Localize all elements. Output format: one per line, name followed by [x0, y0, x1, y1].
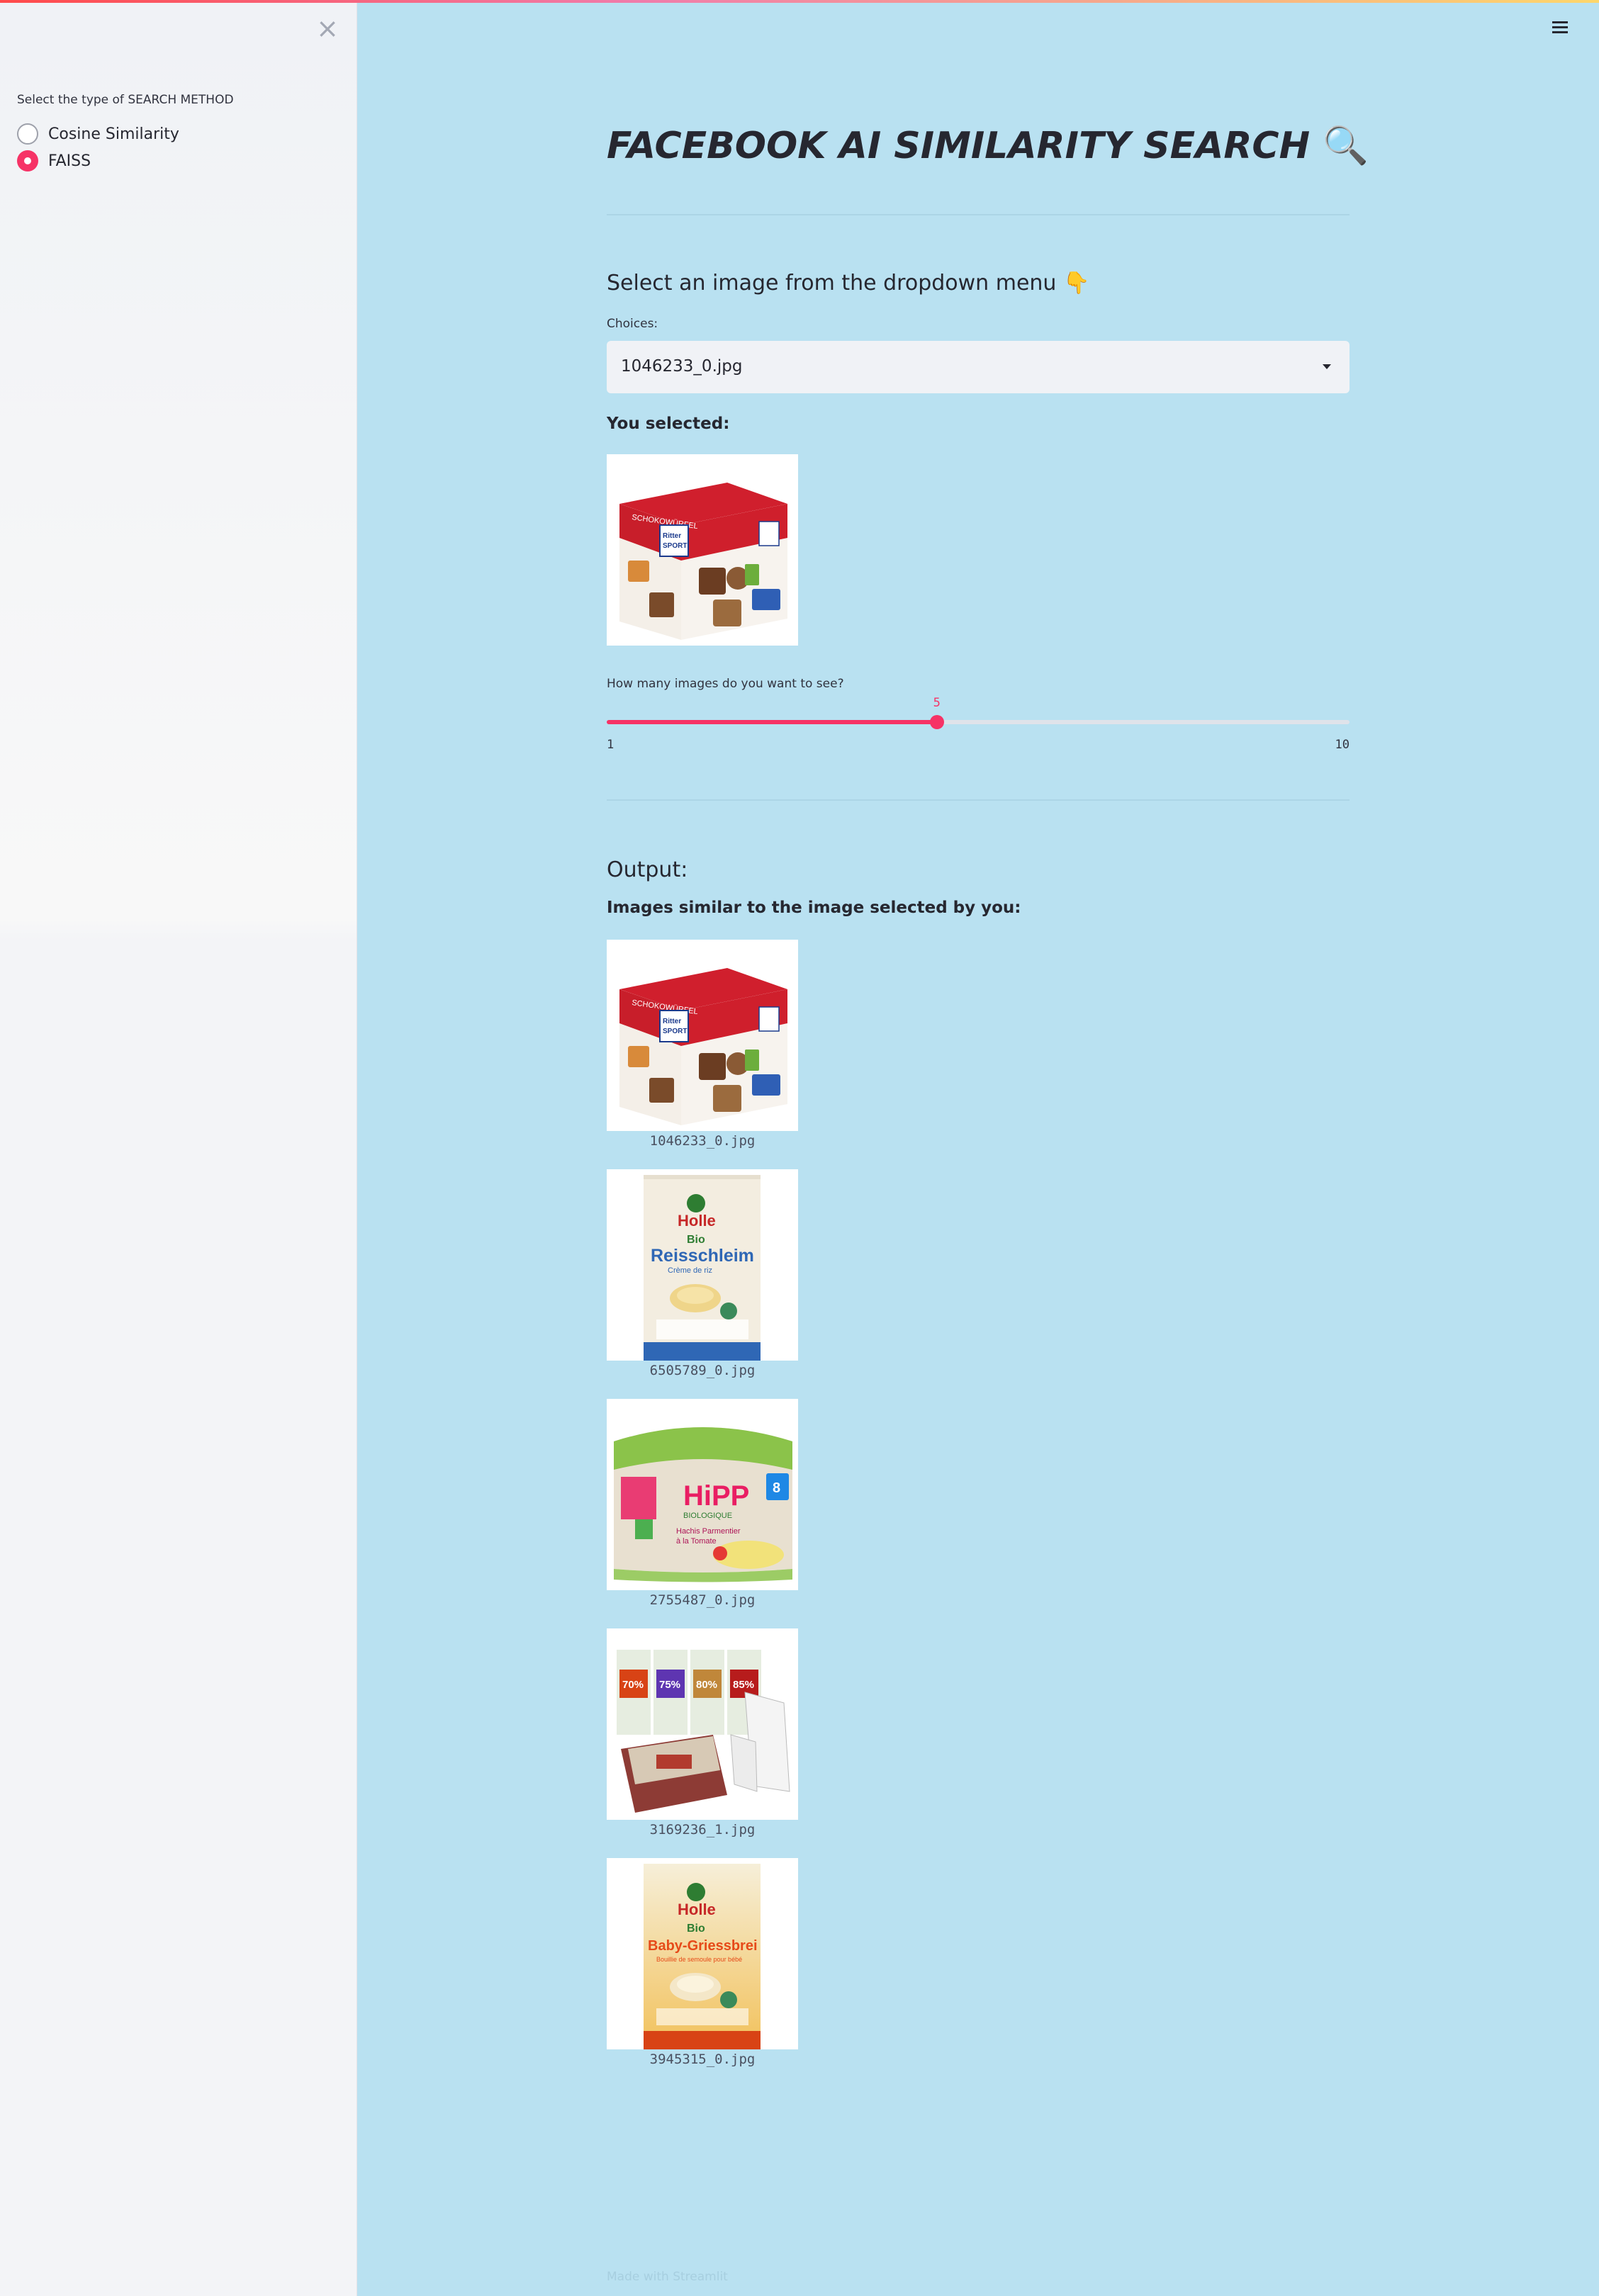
result-caption: 2755487_0.jpg [649, 1592, 756, 1608]
svg-text:8: 8 [773, 1480, 780, 1496]
hamburger-menu-icon[interactable] [1549, 18, 1571, 40]
svg-text:Ritter: Ritter [663, 532, 681, 540]
radio-button-checked[interactable] [17, 150, 38, 171]
page-title: FACEBOOK AI SIMILARITY SEARCH 🔍 [607, 124, 1369, 167]
radio-option-cosine-similarity[interactable]: Cosine Similarity [17, 120, 179, 147]
svg-text:75%: 75% [659, 1679, 680, 1691]
divider [607, 799, 1350, 801]
svg-text:Reisschleim: Reisschleim [651, 1246, 754, 1266]
svg-text:BIOLOGIQUE: BIOLOGIQUE [683, 1512, 732, 1520]
svg-text:Holle: Holle [678, 1901, 716, 1918]
svg-text:Bio: Bio [687, 1923, 705, 1935]
svg-text:70%: 70% [622, 1679, 644, 1691]
result-caption: 6505789_0.jpg [649, 1363, 756, 1378]
select-image-header: Select an image from the dropdown menu 👇 [607, 271, 1089, 296]
selected-image: SCHOKOWÜRFEL Ritter SPORT [607, 454, 798, 646]
result-image: 70% 75% 80% 85% [607, 1628, 798, 1820]
svg-text:80%: 80% [696, 1679, 717, 1691]
slider-handle[interactable] [929, 715, 944, 729]
you-selected-label: You selected: [607, 415, 730, 433]
search-method-radio-group: Cosine Similarity FAISS [17, 120, 179, 174]
image-count-slider[interactable] [607, 715, 1350, 729]
svg-text:SPORT: SPORT [663, 542, 687, 550]
image-select-dropdown[interactable]: 1046233_0.jpg [607, 341, 1350, 393]
chevron-down-icon [1323, 364, 1331, 369]
radio-option-label: Cosine Similarity [48, 125, 179, 143]
search-method-label: Select the type of SEARCH METHOD [17, 93, 234, 107]
divider [607, 214, 1350, 215]
radio-button-unchecked[interactable] [17, 123, 38, 145]
svg-text:Baby-Griessbrei: Baby-Griessbrei [648, 1938, 758, 1954]
svg-text:Hachis Parmentier: Hachis Parmentier [676, 1527, 741, 1536]
slider-min-label: 1 [607, 738, 615, 752]
svg-text:SPORT: SPORT [663, 1028, 687, 1035]
output-header: Output: [607, 857, 688, 882]
result-caption: 1046233_0.jpg [649, 1133, 756, 1149]
slider-label: How many images do you want to see? [607, 677, 844, 691]
result-image: HiPP BIOLOGIQUE 8 Hachis Parmentier à la… [607, 1399, 798, 1590]
result-image: Holle Bio Reisschleim Crème de riz [607, 1169, 798, 1361]
svg-text:Bouillie de semoule pour bébé: Bouillie de semoule pour bébé [656, 1956, 742, 1963]
select-value: 1046233_0.jpg [621, 357, 743, 376]
sidebar: × Select the type of SEARCH METHOD Cosin… [0, 0, 357, 2296]
result-image: Holle Bio Baby-Griessbrei Bouillie de se… [607, 1858, 798, 2049]
select-image-header-text: Select an image from the dropdown menu [607, 271, 1057, 296]
svg-text:Ritter: Ritter [663, 1018, 681, 1025]
result-caption: 3945315_0.jpg [649, 2052, 756, 2067]
slider-value: 5 [933, 696, 941, 710]
svg-text:Crème de riz: Crème de riz [668, 1266, 712, 1275]
slider-max-label: 10 [1335, 738, 1350, 752]
radio-option-label: FAISS [48, 152, 91, 170]
similar-images-label: Images similar to the image selected by … [607, 899, 1021, 917]
page-title-text: FACEBOOK AI SIMILARITY SEARCH [607, 125, 1311, 167]
close-icon[interactable]: × [315, 15, 340, 42]
top-decoration-bar [0, 0, 1599, 3]
result-caption: 3169236_1.jpg [649, 1822, 756, 1838]
footer-made-with-streamlit[interactable]: Made with Streamlit [607, 2270, 728, 2284]
slider-fill [607, 720, 937, 724]
magnifying-glass-icon: 🔍 [1323, 125, 1369, 167]
svg-text:HiPP: HiPP [683, 1480, 749, 1512]
svg-text:Holle: Holle [678, 1212, 716, 1229]
result-image: SCHOKOWÜRFEL Ritter SPORT [607, 940, 798, 1131]
svg-text:85%: 85% [733, 1679, 754, 1691]
radio-option-faiss[interactable]: FAISS [17, 147, 179, 174]
svg-text:Bio: Bio [687, 1234, 705, 1246]
svg-text:à la Tomate: à la Tomate [676, 1537, 717, 1546]
pointing-down-icon: 👇 [1062, 271, 1090, 296]
choices-label: Choices: [607, 317, 658, 331]
